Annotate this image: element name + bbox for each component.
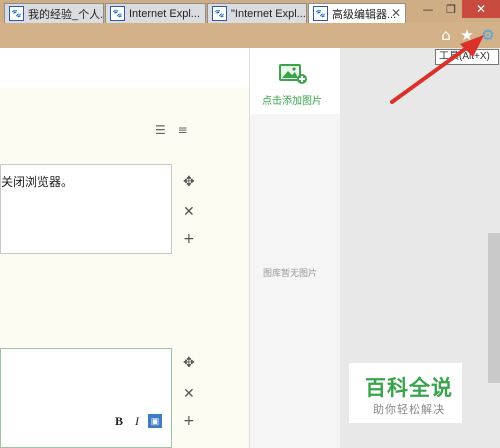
image-gallery bbox=[250, 114, 340, 448]
move-icon[interactable]: ✥ bbox=[183, 355, 195, 371]
tab-ie-1[interactable]: 🐾 Internet Expl... bbox=[105, 3, 206, 23]
tab-label: Internet Expl... bbox=[129, 7, 200, 20]
close-icon[interactable]: ✕ bbox=[391, 6, 401, 20]
ordered-list-icon[interactable]: ☰ bbox=[155, 123, 166, 137]
tab-label: "Internet Expl... bbox=[231, 7, 306, 20]
remove-icon[interactable]: ✕ bbox=[183, 204, 195, 220]
list-format-toolbar: ☰ ≡ bbox=[155, 123, 196, 137]
bold-button[interactable]: B bbox=[112, 414, 126, 428]
paw-icon: 🐾 bbox=[313, 6, 328, 21]
tab-advanced-editor[interactable]: 🐾 高级编辑器... ✕ bbox=[308, 3, 406, 23]
paragraph-box[interactable]: 关闭浏览器。 bbox=[0, 164, 172, 254]
move-icon[interactable]: ✥ bbox=[183, 174, 195, 190]
remove-icon[interactable]: ✕ bbox=[183, 386, 195, 402]
paw-icon: 🐾 bbox=[212, 6, 227, 21]
minimize-button[interactable]: — bbox=[418, 0, 438, 18]
add-image-icon bbox=[279, 64, 307, 84]
text-format-toolbar: B I ▣ bbox=[112, 414, 162, 428]
close-window-button[interactable]: ✕ bbox=[462, 0, 500, 18]
italic-button[interactable]: I bbox=[130, 414, 144, 428]
tab-label: 高级编辑器... bbox=[332, 8, 397, 21]
save-icon[interactable]: ▣ bbox=[148, 414, 162, 428]
add-icon[interactable]: + bbox=[183, 413, 195, 429]
restore-button[interactable]: ❐ bbox=[441, 0, 461, 18]
scrollbar-thumb[interactable] bbox=[488, 233, 500, 383]
tab-label: 我的经验_个人... bbox=[28, 8, 104, 21]
paragraph-text: 关闭浏览器。 bbox=[1, 175, 74, 189]
paw-icon: 🐾 bbox=[9, 6, 24, 21]
paragraph-input-box[interactable] bbox=[0, 348, 172, 448]
add-icon[interactable]: + bbox=[183, 231, 195, 247]
paw-icon: 🐾 bbox=[110, 6, 125, 21]
tab-experience[interactable]: 🐾 我的经验_个人... bbox=[4, 3, 104, 23]
annotation-arrow-icon bbox=[390, 35, 484, 104]
tab-ie-2[interactable]: 🐾 "Internet Expl... bbox=[207, 3, 307, 23]
unordered-list-icon[interactable]: ≡ bbox=[178, 123, 188, 137]
gallery-empty-text: 图库暂无图片 bbox=[263, 269, 318, 279]
add-image-label: 点击添加图片 bbox=[262, 96, 322, 107]
watermark-title: 百科全说 bbox=[365, 376, 453, 400]
watermark-subtitle: 助你轻松解决 bbox=[373, 403, 445, 416]
